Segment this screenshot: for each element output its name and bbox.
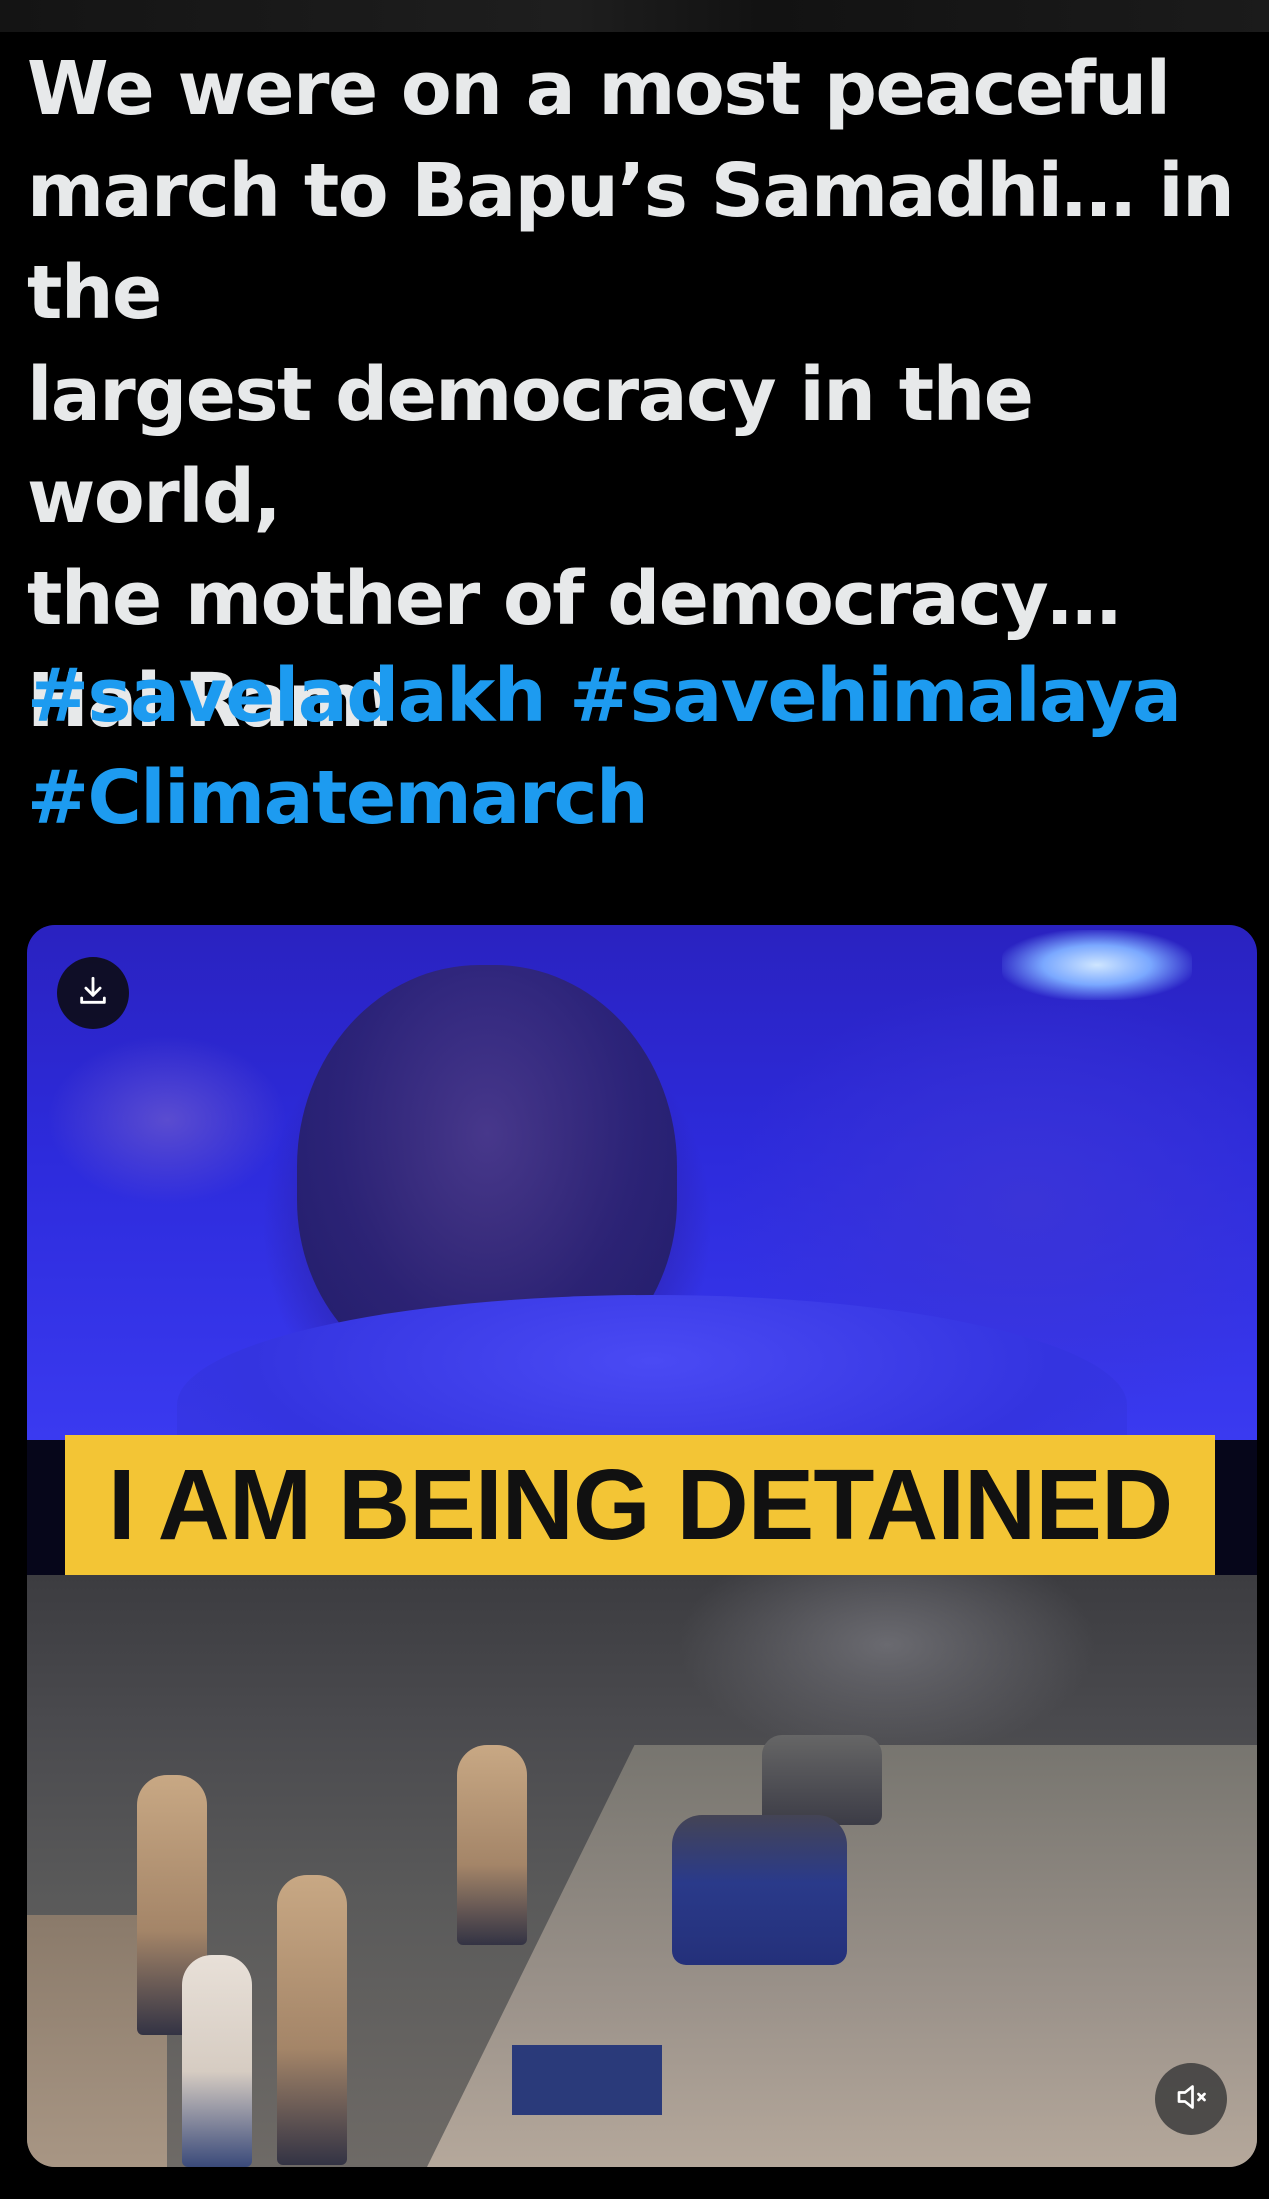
volume-muted-icon [1173,2079,1209,2119]
video-scene-detail [457,1745,527,1945]
video-frame-top [27,925,1257,1515]
video-scene-detail [47,1035,287,1205]
hashtag-link[interactable]: #savehimalaya [569,653,1182,739]
video-player[interactable]: I AM BEING DETAINED [27,925,1257,2167]
download-button[interactable] [57,957,129,1029]
video-scene-detail [1002,930,1192,1000]
video-scene-detail [277,1875,347,2165]
video-scene-detail [512,2045,662,2115]
video-frame-bottom [27,1575,1257,2167]
video-scene-detail [672,1815,847,1965]
video-scene-detail [762,1735,882,1825]
tweet-hashtags: #saveladakh #savehimalaya #Climatemarch [27,645,1257,849]
mute-toggle-button[interactable] [1155,2063,1227,2135]
download-icon [76,974,110,1012]
top-status-strip [0,0,1269,32]
video-caption-banner: I AM BEING DETAINED [65,1435,1215,1575]
hashtag-link[interactable]: #saveladakh [27,653,547,739]
hashtag-link[interactable]: #Climatemarch [27,755,649,841]
video-scene-detail [182,1955,252,2167]
